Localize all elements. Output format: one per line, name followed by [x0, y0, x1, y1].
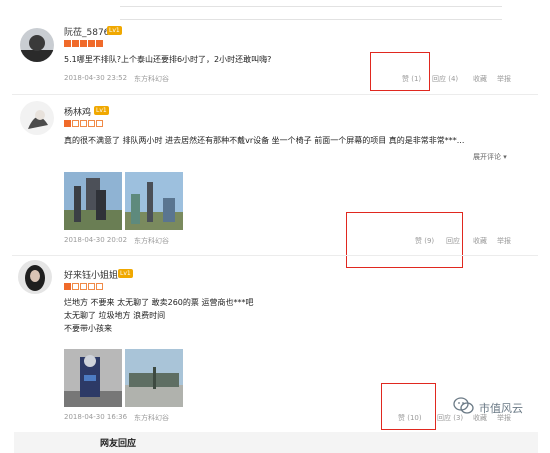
star-icon: [96, 120, 103, 127]
username[interactable]: 阮莅_5876: [64, 25, 109, 38]
review-photo[interactable]: [125, 172, 183, 230]
star-icon: [96, 283, 103, 290]
reply-button[interactable]: 回应 (4): [432, 74, 458, 84]
star-icon: [72, 120, 79, 127]
wechat-icon: [453, 397, 475, 419]
replies-section-header: 网友回应: [14, 432, 538, 453]
level-badge: Lv1: [107, 26, 122, 35]
star-icon: [72, 283, 79, 290]
username[interactable]: 好来钰小姐姐: [64, 268, 118, 281]
review-date: 2018-04-30 16:36: [64, 413, 128, 421]
review-source-link[interactable]: 东方科幻谷: [134, 74, 169, 84]
review-date: 2018-04-30 20:02: [64, 236, 128, 244]
highlight-box: [381, 383, 436, 430]
review-item: 阮莅_5876 Lv1 5.1哪里不排队?上个泰山还要排6小时了，2小时还敢叫嗨…: [0, 0, 550, 96]
star-icon: [88, 283, 95, 290]
review-text: 5.1哪里不排队?上个泰山还要排6小时了，2小时还敢叫嗨?: [64, 55, 272, 64]
level-badge: Lv1: [118, 269, 133, 278]
rating-stars: [64, 120, 103, 127]
review-photo[interactable]: [64, 349, 122, 407]
section-title: 网友回应: [100, 439, 137, 449]
star-icon: [64, 283, 71, 290]
report-button[interactable]: 举报: [497, 236, 511, 246]
star-icon: [80, 120, 87, 127]
star-icon: [80, 283, 87, 290]
review-source-link[interactable]: 东方科幻谷: [134, 413, 169, 423]
favorite-button[interactable]: 收藏: [473, 236, 487, 246]
star-icon: [80, 40, 87, 47]
username[interactable]: 杨林鸡: [64, 105, 91, 118]
star-icon: [96, 40, 103, 47]
level-badge: Lv1: [94, 106, 109, 115]
star-icon: [64, 40, 71, 47]
review-item: 杨林鸡 Lv1 真的很不满意了 排队两小时 进去居然还有那种不戴vr设备 坐一个…: [0, 96, 550, 268]
review-text: 真的很不满意了 排队两小时 进去居然还有那种不戴vr设备 坐一个椅子 前面一个屏…: [64, 136, 465, 145]
review-source-link[interactable]: 东方科幻谷: [134, 236, 169, 246]
report-button[interactable]: 举报: [497, 74, 511, 84]
star-icon: [88, 120, 95, 127]
star-icon: [88, 40, 95, 47]
star-icon: [64, 120, 71, 127]
avatar[interactable]: [20, 101, 54, 135]
divider: [12, 94, 538, 95]
rating-stars: [64, 283, 103, 290]
avatar[interactable]: [18, 260, 52, 294]
expand-comment-link[interactable]: 展开评论 ▾: [473, 152, 507, 162]
watermark: 市值风云: [453, 397, 523, 419]
review-date: 2018-04-30 23:52: [64, 74, 128, 82]
highlight-box: [370, 52, 430, 91]
watermark-text: 市值风云: [479, 402, 523, 415]
review-photo[interactable]: [64, 172, 122, 230]
star-icon: [72, 40, 79, 47]
avatar[interactable]: [20, 28, 54, 62]
rating-stars: [64, 40, 103, 47]
favorite-button[interactable]: 收藏: [473, 74, 487, 84]
review-photo[interactable]: [125, 349, 183, 407]
review-text: 烂地方 不要来 太无聊了 敢卖260的票 运营商也***吧 太无聊了 垃圾地方 …: [64, 298, 254, 333]
